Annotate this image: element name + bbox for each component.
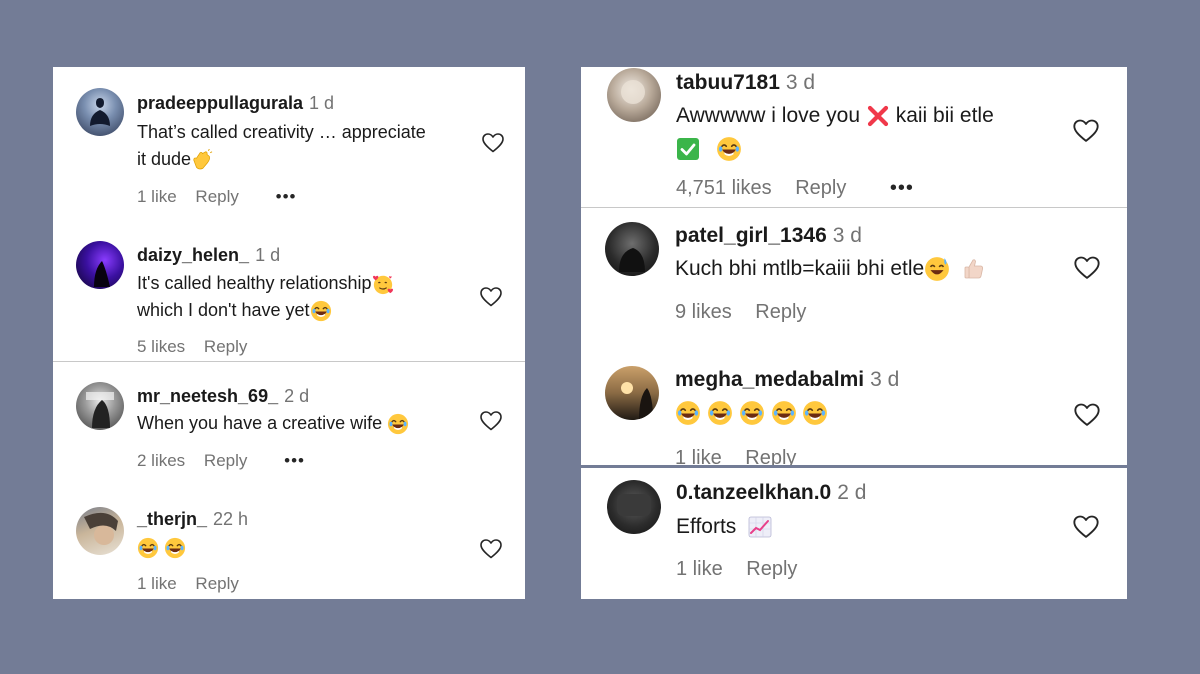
sweat-smile-emoji [924, 256, 950, 282]
check-mark-emoji [676, 137, 700, 161]
smiling-hearts-emoji [372, 273, 394, 295]
heart-outline-icon[interactable] [479, 409, 503, 433]
comment-age: 1 d [255, 245, 281, 265]
like-count[interactable]: 4,751 likes [676, 177, 772, 200]
comment-age: 2 d [284, 386, 310, 406]
comment-username[interactable]: daizy_helen_ 1 d [137, 245, 280, 266]
comment-text: It's called healthy relationship which I… [137, 270, 477, 324]
comment-item: patel_girl_1346 3 d Kuch bhi mtlb=kaiii b… [581, 208, 1127, 328]
comment-age: 3 d [832, 224, 862, 247]
comment-age: 3 d [785, 71, 816, 94]
comment-username[interactable]: mr_neetesh_69_ 2 d [137, 386, 309, 407]
laughing-emoji [802, 400, 828, 426]
laughing-emoji [387, 413, 409, 435]
like-count[interactable]: 1 like [676, 558, 723, 581]
reply-button[interactable]: Reply [755, 301, 806, 324]
avatar[interactable] [76, 507, 124, 555]
avatar[interactable] [607, 68, 661, 122]
comment-username[interactable]: _therjn_ 22 h [137, 509, 248, 530]
avatar[interactable] [76, 88, 124, 136]
heart-outline-icon[interactable] [1073, 254, 1101, 282]
comment-item: megha_medabalmi 3 d 1 like Reply [581, 352, 1127, 469]
comment-text [675, 397, 828, 428]
laughing-emoji [707, 400, 733, 426]
reply-button[interactable]: Reply [195, 574, 238, 594]
more-options-button[interactable]: ••• [276, 187, 297, 207]
comment-item: pradeeppullagurala 1 d That’s called crea… [53, 67, 525, 217]
comment-username[interactable]: 0.tanzeelkhan.0 2 d [676, 481, 866, 505]
left-comments-panel: pradeeppullagurala 1 d That’s called crea… [53, 67, 525, 599]
like-count[interactable]: 5 likes [137, 337, 185, 357]
cross-mark-emoji [866, 104, 890, 128]
more-options-button[interactable]: ••• [890, 177, 914, 200]
avatar[interactable] [76, 382, 124, 430]
comment-username[interactable]: megha_medabalmi 3 d [675, 368, 899, 392]
comment-age: 1 d [309, 93, 335, 113]
avatar[interactable] [607, 480, 661, 534]
comment-age: 2 d [837, 481, 867, 504]
heart-outline-icon[interactable] [481, 131, 505, 155]
comment-username[interactable]: pradeeppullagurala 1 d [137, 93, 334, 114]
comment-item: 0.tanzeelkhan.0 2 d Efforts 1 like Reply [581, 468, 1127, 599]
heart-outline-icon[interactable] [479, 285, 503, 309]
comment-text: Efforts [676, 511, 772, 542]
laughing-emoji [164, 537, 186, 559]
comment-username[interactable]: tabuu7181 3 d [676, 71, 815, 95]
comment-text [137, 534, 186, 561]
comment-age: 3 d [870, 368, 900, 391]
reply-button[interactable]: Reply [795, 177, 846, 200]
reply-button[interactable]: Reply [204, 451, 247, 471]
like-count[interactable]: 9 likes [675, 301, 732, 324]
right-comments-panel: tabuu7181 3 d Awwwww i love you kaii bii … [581, 67, 1127, 599]
like-count[interactable]: 1 like [137, 187, 177, 207]
comment-item: daizy_helen_ 1 d It's called healthy rela… [53, 217, 525, 361]
comment-age: 22 h [213, 509, 249, 529]
clapping-hands-emoji [191, 149, 213, 171]
laughing-emoji [716, 136, 742, 162]
comment-username[interactable]: patel_girl_1346 3 d [675, 224, 862, 248]
comment-text: Kuch bhi mtlb=kaiii bhi etle [675, 253, 986, 284]
laughing-emoji [310, 300, 332, 322]
like-count[interactable]: 2 likes [137, 451, 185, 471]
avatar[interactable] [76, 241, 124, 289]
chart-increasing-emoji [748, 515, 772, 539]
comment-item: _therjn_ 22 h 1 like Reply [53, 487, 525, 599]
comment-text: When you have a creative wife [137, 410, 409, 437]
laughing-emoji [675, 400, 701, 426]
reply-button[interactable]: Reply [204, 337, 247, 357]
avatar[interactable] [605, 222, 659, 276]
thumbs-up-emoji [962, 257, 986, 281]
heart-outline-icon[interactable] [1072, 513, 1100, 541]
laughing-emoji [739, 400, 765, 426]
reply-button[interactable]: Reply [195, 187, 238, 207]
laughing-emoji [771, 400, 797, 426]
comment-text: Awwwww i love you kaii bii etle [676, 100, 1076, 162]
more-options-button[interactable]: ••• [284, 451, 305, 471]
comment-item: tabuu7181 3 d Awwwww i love you kaii bii … [581, 67, 1127, 207]
like-count[interactable]: 1 like [137, 574, 177, 594]
laughing-emoji [137, 537, 159, 559]
heart-outline-icon[interactable] [479, 537, 503, 561]
comment-item: mr_neetesh_69_ 2 d When you have a creati… [53, 362, 525, 482]
heart-outline-icon[interactable] [1073, 401, 1101, 429]
avatar[interactable] [605, 366, 659, 420]
comment-text: That’s called creativity … appreciate it… [137, 119, 477, 173]
reply-button[interactable]: Reply [746, 558, 797, 581]
heart-outline-icon[interactable] [1072, 117, 1100, 145]
